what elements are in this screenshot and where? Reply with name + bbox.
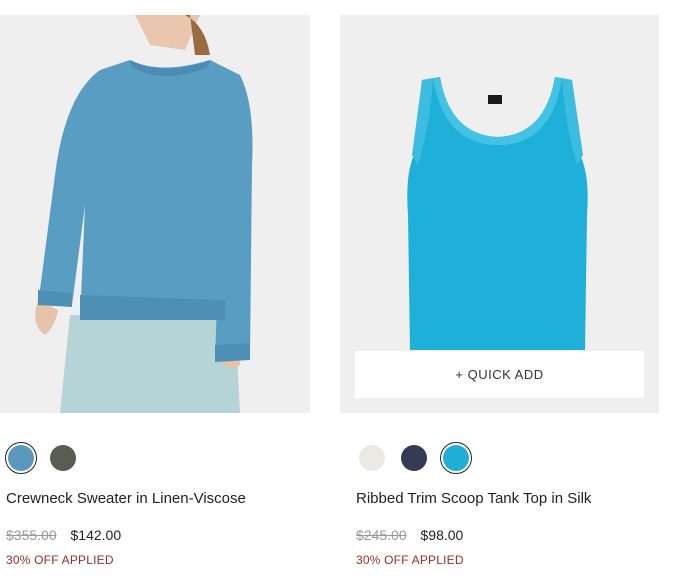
- color-swatch: [401, 445, 427, 471]
- product-image[interactable]: + QUICK ADD: [340, 15, 659, 413]
- swatch-option[interactable]: [47, 442, 79, 474]
- color-swatch: [50, 445, 76, 471]
- swatch-option[interactable]: [356, 442, 388, 474]
- swatch-option[interactable]: [5, 442, 37, 474]
- color-swatch: [443, 445, 469, 471]
- original-price: $245.00: [356, 527, 407, 543]
- product-card[interactable]: + QUICK ADD Ribbed Trim Scoop Tank Top i…: [340, 15, 659, 567]
- original-price: $355.00: [6, 527, 57, 543]
- sweater-image: [35, 15, 253, 413]
- color-swatch: [8, 445, 34, 471]
- price-row: $245.00 $98.00: [356, 527, 463, 543]
- sale-price: $98.00: [420, 527, 464, 543]
- color-swatch: [359, 445, 385, 471]
- price-row: $355.00 $142.00: [6, 527, 121, 543]
- swatch-option[interactable]: [440, 442, 472, 474]
- color-swatches: [5, 442, 79, 474]
- product-title[interactable]: Crewneck Sweater in Linen-Viscose: [6, 490, 246, 507]
- product-image[interactable]: [0, 15, 310, 413]
- swatch-option[interactable]: [398, 442, 430, 474]
- color-swatches: [356, 442, 472, 474]
- promo-text: 30% OFF APPLIED: [356, 553, 464, 567]
- sale-price: $142.00: [70, 527, 122, 543]
- product-card[interactable]: Crewneck Sweater in Linen-Viscose $355.0…: [0, 15, 310, 567]
- quick-add-button[interactable]: + QUICK ADD: [355, 351, 644, 398]
- product-title[interactable]: Ribbed Trim Scoop Tank Top in Silk: [356, 490, 591, 507]
- promo-text: 30% OFF APPLIED: [6, 553, 114, 567]
